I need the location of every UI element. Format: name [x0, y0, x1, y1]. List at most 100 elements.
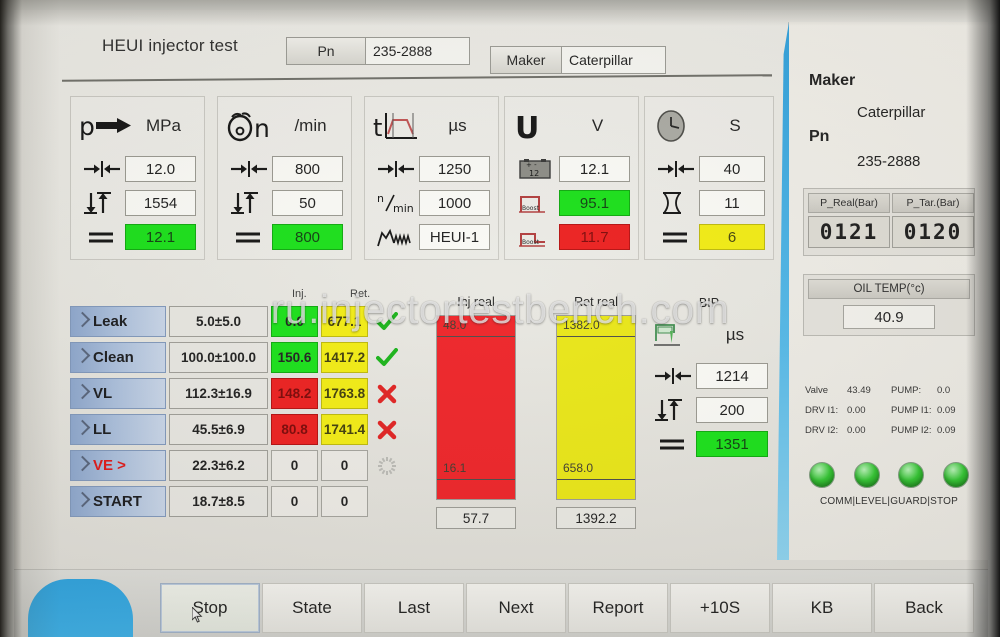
row-ret-value: 1763.8: [321, 378, 369, 409]
row-spec: 45.5±6.9: [168, 414, 269, 445]
stat-key: PUMP:: [891, 384, 922, 396]
row-name-button[interactable]: VL: [70, 378, 166, 409]
panel-time: t µs 1250 n min 1000 HEUI-1: [364, 96, 499, 260]
bip-row: 200: [650, 396, 768, 424]
param-value[interactable]: 12.1: [559, 156, 630, 182]
vertical-range-icon: [226, 190, 272, 216]
bip-needle-icon: [650, 315, 708, 355]
bip-title: BIP: [698, 296, 720, 310]
footer-button-state[interactable]: State: [262, 583, 362, 633]
bar-lower-limit: 658.0: [563, 461, 594, 475]
param-value[interactable]: 1554: [125, 190, 196, 216]
bip-value[interactable]: 200: [696, 397, 768, 423]
table-row[interactable]: VL 112.3±16.9 148.2 1763.8: [70, 378, 400, 409]
equals-icon: [650, 431, 696, 457]
maker-value[interactable]: Caterpillar: [562, 46, 666, 74]
param-row: 800: [226, 155, 343, 183]
row-name-button[interactable]: START: [70, 486, 166, 517]
row-inj-value: 0.0: [271, 306, 319, 337]
bip-row: 1351: [650, 430, 768, 458]
row-inj-value: 150.6: [271, 342, 319, 373]
pressure-arrow-icon: p: [79, 106, 137, 146]
param-row: Boost 11.7: [513, 223, 630, 251]
row-spec: 112.3±16.9: [168, 378, 269, 409]
bip-value[interactable]: 1214: [696, 363, 768, 389]
p-real-column: P_Real(Bar) 0121: [808, 193, 890, 248]
footer-button-last[interactable]: Last: [364, 583, 464, 633]
footer-button-10s[interactable]: +10S: [670, 583, 770, 633]
led-row: [803, 462, 975, 488]
footer-button-stop[interactable]: Stop: [160, 583, 260, 633]
param-row: Boost 95.1: [513, 189, 630, 217]
info-sidebar: Maker Caterpillar Pn 235-2888 P_Real(Bar…: [777, 22, 988, 560]
sidebar-maker-value: Caterpillar: [857, 104, 926, 121]
table-row[interactable]: LL 45.5±6.9 80.8 1741.4: [70, 414, 400, 445]
panel-unit: µs: [448, 116, 467, 135]
table-row[interactable]: Leak 5.0±5.0 0.0 677.1: [70, 306, 400, 337]
sidebar-maker-label: Maker: [809, 72, 856, 89]
oil-temp-label: OIL TEMP(°c): [808, 279, 970, 299]
column-header-ret: Ret.: [350, 288, 371, 300]
table-row[interactable]: Clean 100.0±100.0 150.6 1417.2: [70, 342, 400, 373]
bar-upper-limit: 1382.0: [563, 318, 600, 332]
oil-temp-value: 40.9: [843, 305, 935, 329]
row-status-icon-fail: [373, 414, 400, 445]
param-value[interactable]: 11: [699, 190, 765, 216]
maker-field-group[interactable]: Maker Caterpillar: [490, 46, 666, 74]
bip-unit: µs: [725, 325, 745, 344]
row-name-button[interactable]: Leak: [70, 306, 166, 337]
svg-text:n: n: [377, 192, 384, 205]
bar-body: 48.0 16.1: [436, 315, 516, 500]
status-leds: COMM|LEVEL|GUARD|STOP: [803, 462, 975, 507]
p-tar-label: P_Tar.(Bar): [892, 193, 974, 213]
width-between-arrows-icon: [79, 156, 125, 182]
row-name-button[interactable]: LL: [70, 414, 166, 445]
monitor-photo: HEUI injector test Pn 235-2888 Maker Cat…: [0, 0, 1000, 637]
bip-header: µs: [650, 314, 768, 356]
row-status-icon-pass: [373, 306, 400, 337]
param-value-result: 12.1: [125, 224, 196, 250]
param-value[interactable]: 40: [699, 156, 765, 182]
param-value[interactable]: 12.0: [125, 156, 196, 182]
led-labels: COMM|LEVEL|GUARD|STOP: [820, 496, 958, 507]
param-value[interactable]: 1000: [419, 190, 490, 216]
equals-icon: [653, 224, 699, 250]
param-value[interactable]: HEUI-1: [419, 224, 490, 250]
param-row: 12.0: [79, 155, 196, 183]
page-title: HEUI injector test: [102, 36, 238, 55]
table-body: Leak 5.0±5.0 0.0 677.1 Clean 100.0±100.0 150.6…: [70, 306, 400, 517]
param-value[interactable]: 50: [272, 190, 343, 216]
sidebar-pn-value: 235-2888: [857, 153, 921, 170]
param-row: 12.1: [79, 223, 196, 251]
bar-lower-line: [437, 479, 515, 480]
bar-upper-line: [437, 336, 515, 337]
parameter-panels: p MPa 12.0 1554 12.1 n /min 800 50 800 t…: [62, 88, 782, 268]
bar-upper-limit: 48.0: [443, 318, 467, 332]
row-name-button[interactable]: VE >: [70, 450, 166, 481]
part-number-field-group[interactable]: Pn 235-2888: [286, 37, 470, 65]
param-value[interactable]: 800: [272, 156, 343, 182]
param-row: 11: [653, 189, 765, 217]
footer-button-kb[interactable]: KB: [772, 583, 872, 633]
param-row: 50: [226, 189, 343, 217]
param-row: + - 12 12.1: [513, 155, 630, 183]
row-ret-value: 1417.2: [321, 342, 369, 373]
panel-header: n /min: [226, 103, 343, 149]
param-value[interactable]: 1250: [419, 156, 490, 182]
pn-value[interactable]: 235-2888: [366, 37, 470, 65]
row-name-button[interactable]: Clean: [70, 342, 166, 373]
bar-label: Ret real: [574, 295, 618, 309]
param-value-result: 800: [272, 224, 343, 250]
footer-button-report[interactable]: Report: [568, 583, 668, 633]
maker-button[interactable]: Maker: [490, 46, 562, 74]
row-status-icon-pass: [373, 342, 400, 373]
table-row[interactable]: START 18.7±8.5 0 0: [70, 486, 400, 517]
taskbar-orb[interactable]: [28, 579, 133, 637]
footer-button-next[interactable]: Next: [466, 583, 566, 633]
panel-unit: /min: [294, 116, 327, 135]
pn-button[interactable]: Pn: [286, 37, 366, 65]
stat-key: Valve: [805, 384, 829, 396]
row-ret-value: 0: [321, 450, 369, 481]
footer-button-back[interactable]: Back: [874, 583, 974, 633]
table-row[interactable]: VE >22.3±6.2 0 0: [70, 450, 400, 481]
